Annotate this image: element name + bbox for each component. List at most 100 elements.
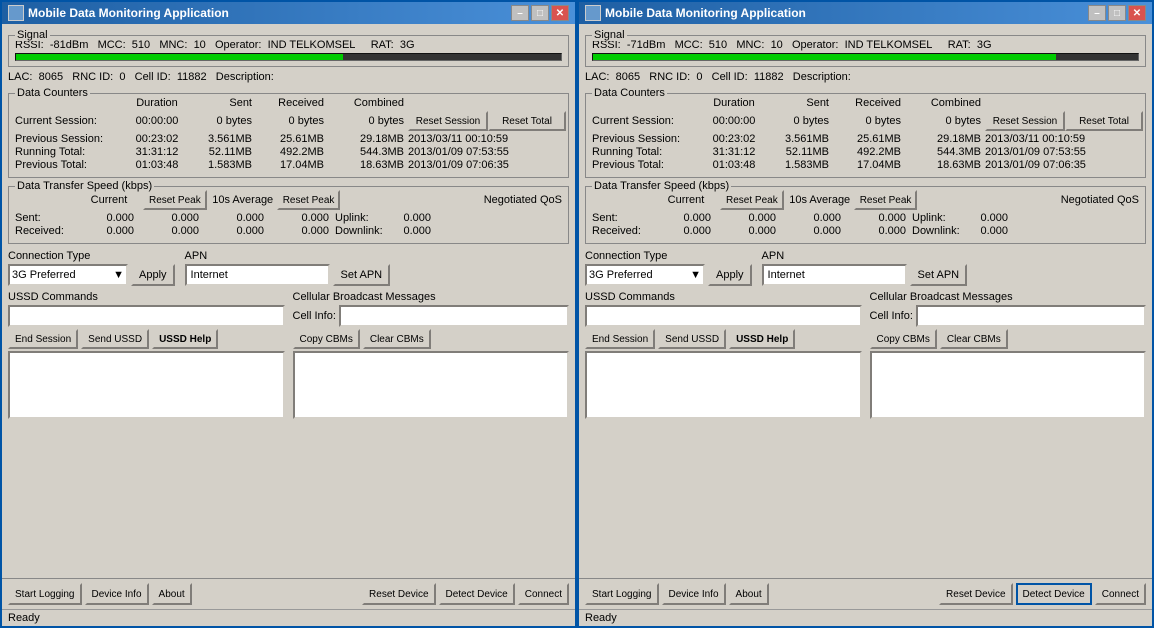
signal-info-row: RSSI: -71dBm MCC: 510 MNC: 10 Operator: … — [592, 39, 1139, 51]
reset-device-button[interactable]: Reset Device — [362, 583, 435, 605]
reset-total-button[interactable]: Reset Total — [488, 111, 566, 131]
downlink-value: 0.000 — [375, 225, 435, 237]
connection-type-select[interactable]: 3G Preferred ▼ — [8, 264, 128, 286]
signal-bar-fill — [593, 54, 1056, 60]
device-info-button[interactable]: Device Info — [662, 583, 726, 605]
title-bar: Mobile Data Monitoring Application – □ ✕ — [579, 2, 1152, 24]
speed-label: Data Transfer Speed (kbps) — [592, 180, 731, 192]
cell-info-label: Cell Info: — [293, 310, 336, 322]
header-combined: Combined — [328, 97, 408, 109]
dc-label-1: Previous Session: — [592, 133, 700, 145]
minimize-button[interactable]: – — [511, 5, 529, 21]
clear-cbms-button[interactable]: Clear CBMs — [940, 329, 1008, 349]
rssi-value: -71dBm — [627, 39, 666, 51]
sent-current: 0.000 — [652, 212, 717, 224]
copy-cbms-button[interactable]: Copy CBMs — [293, 329, 360, 349]
dc-duration-current: 00:00:00 — [700, 115, 768, 127]
ussd-output[interactable] — [585, 351, 862, 419]
dc-combined-3: 18.63MB — [328, 159, 408, 171]
data-counters-label: Data Counters — [15, 87, 90, 99]
reset-peak-button-1[interactable]: Reset Peak — [143, 190, 207, 210]
about-button[interactable]: About — [152, 583, 192, 605]
ussd-help-button[interactable]: USSD Help — [152, 329, 218, 349]
cell-info-input[interactable] — [916, 305, 1146, 327]
end-session-button[interactable]: End Session — [8, 329, 78, 349]
sent-peak: 0.000 — [717, 212, 782, 224]
connect-button[interactable]: Connect — [1095, 583, 1146, 605]
dc-duration-1: 00:23:02 — [700, 133, 768, 145]
apn-input[interactable] — [185, 264, 330, 286]
set-apn-button[interactable]: Set APN — [910, 264, 968, 286]
dc-duration-current: 00:00:00 — [123, 115, 191, 127]
start-logging-button[interactable]: Start Logging — [8, 583, 82, 605]
close-button[interactable]: ✕ — [1128, 5, 1146, 21]
start-logging-button[interactable]: Start Logging — [585, 583, 659, 605]
apply-button[interactable]: Apply — [708, 264, 752, 286]
cbm-output[interactable] — [870, 351, 1147, 419]
ussd-help-button[interactable]: USSD Help — [729, 329, 795, 349]
detect-device-button[interactable]: Detect Device — [439, 583, 515, 605]
cell-id-value: 11882 — [754, 71, 784, 83]
downlink-label: Downlink: — [335, 225, 375, 237]
lac-row: LAC: 8065 RNC ID: 0 Cell ID: 11882 Descr… — [585, 69, 1146, 85]
detect-device-button[interactable]: Detect Device — [1016, 583, 1092, 605]
cbm-label: Cellular Broadcast Messages — [870, 291, 1147, 303]
connect-button[interactable]: Connect — [518, 583, 569, 605]
rssi-value: -81dBm — [50, 39, 89, 51]
ussd-buttons: End Session Send USSD USSD Help — [8, 329, 285, 349]
clear-cbms-button[interactable]: Clear CBMs — [363, 329, 431, 349]
reset-peak-button-2[interactable]: Reset Peak — [854, 190, 918, 210]
about-button[interactable]: About — [729, 583, 769, 605]
rat-label: RAT: — [948, 39, 971, 51]
sent-10s-peak: 0.000 — [270, 212, 335, 224]
ussd-input[interactable] — [585, 305, 862, 327]
signal-bar-bg — [15, 53, 562, 61]
apply-button[interactable]: Apply — [131, 264, 175, 286]
speed-section: Data Transfer Speed (kbps) Current Reset… — [585, 186, 1146, 244]
status-bar: Ready — [579, 609, 1152, 626]
dropdown-arrow-icon: ▼ — [113, 269, 124, 281]
sent-10s: 0.000 — [782, 212, 847, 224]
ussd-output[interactable] — [8, 351, 285, 419]
dc-received-1: 25.61MB — [833, 133, 905, 145]
send-ussd-button[interactable]: Send USSD — [81, 329, 149, 349]
maximize-button[interactable]: □ — [531, 5, 549, 21]
apn-input[interactable] — [762, 264, 907, 286]
dc-row-1: Previous Session: 00:23:02 3.561MB 25.61… — [592, 133, 1139, 145]
sent-10s-peak: 0.000 — [847, 212, 912, 224]
sent-10s: 0.000 — [205, 212, 270, 224]
cbm-output[interactable] — [293, 351, 570, 419]
set-apn-button[interactable]: Set APN — [333, 264, 391, 286]
data-counters-label: Data Counters — [592, 87, 667, 99]
cell-info-input[interactable] — [339, 305, 569, 327]
dc-sent-2: 52.11MB — [768, 146, 833, 158]
dc-sent-current: 0 bytes — [768, 115, 833, 127]
copy-cbms-button[interactable]: Copy CBMs — [870, 329, 937, 349]
cell-info-row: Cell Info: — [870, 305, 1147, 327]
reset-total-button[interactable]: Reset Total — [1065, 111, 1143, 131]
reset-session-button[interactable]: Reset Session — [408, 111, 488, 131]
maximize-button[interactable]: □ — [1108, 5, 1126, 21]
reset-peak-button-1[interactable]: Reset Peak — [720, 190, 784, 210]
sent-current: 0.000 — [75, 212, 140, 224]
reset-peak-button-2[interactable]: Reset Peak — [277, 190, 341, 210]
dc-received-current: 0 bytes — [256, 115, 328, 127]
ussd-cbm-row: USSD Commands End Session Send USSD USSD… — [8, 291, 569, 419]
dc-combined-1: 29.18MB — [328, 133, 408, 145]
mcc-label: MCC: — [675, 39, 703, 51]
bottom-bar: Start Logging Device Info About Reset De… — [2, 578, 575, 609]
send-ussd-button[interactable]: Send USSD — [658, 329, 726, 349]
minimize-button[interactable]: – — [1088, 5, 1106, 21]
reset-session-button[interactable]: Reset Session — [985, 111, 1065, 131]
reset-device-button[interactable]: Reset Device — [939, 583, 1012, 605]
device-info-button[interactable]: Device Info — [85, 583, 149, 605]
close-button[interactable]: ✕ — [551, 5, 569, 21]
connection-type-select[interactable]: 3G Preferred ▼ — [585, 264, 705, 286]
lac-row: LAC: 8065 RNC ID: 0 Cell ID: 11882 Descr… — [8, 69, 569, 85]
dc-duration-2: 31:31:12 — [123, 146, 191, 158]
end-session-button[interactable]: End Session — [585, 329, 655, 349]
rnc-label: RNC ID: — [649, 71, 690, 83]
connection-type-label: Connection Type — [8, 250, 175, 262]
ussd-input[interactable] — [8, 305, 285, 327]
received-10s: 0.000 — [205, 225, 270, 237]
